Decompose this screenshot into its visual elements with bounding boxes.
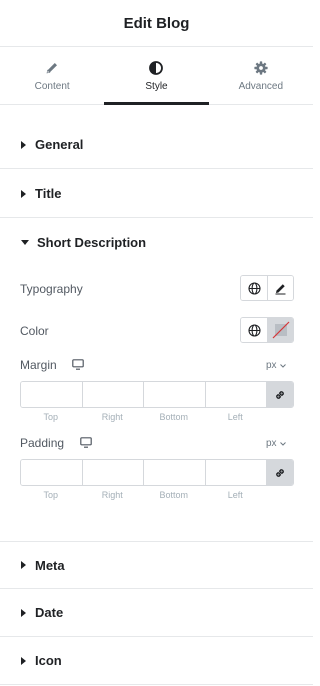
tab-content[interactable]: Content [0,48,104,104]
margin-top-input[interactable] [21,382,83,407]
tab-advanced-label: Advanced [238,81,284,92]
padding-dim-labels: Top Right Bottom Left [20,490,266,500]
section-general[interactable]: General [0,121,313,169]
tab-style-label: Style [145,81,168,92]
color-picker-swatch[interactable] [267,318,293,342]
desktop-icon[interactable] [72,359,84,370]
caret-right-icon [21,561,26,569]
typography-label: Typography [20,282,83,296]
tab-advanced[interactable]: Advanced [209,48,313,104]
chevron-down-icon [279,363,286,368]
caret-right-icon [21,189,26,198]
section-date-label: Date [35,605,64,620]
section-icon[interactable]: Icon [0,637,313,685]
padding-left-input[interactable] [205,460,267,485]
margin-dim-labels: Top Right Bottom Left [20,412,266,422]
caret-right-icon [21,140,26,149]
margin-unit-select[interactable]: px [266,360,286,371]
padding-right-label: Right [101,490,123,500]
tabs-bar: Content Style Advanced [0,48,313,105]
caret-down-icon [21,239,29,245]
panel-title: Edit Blog [123,14,190,32]
pencil-icon [46,63,58,74]
color-label: Color [20,324,49,338]
margin-left-label: Left [227,412,243,422]
margin-left-input[interactable] [205,382,267,407]
globe-icon [247,323,261,337]
tab-content-label: Content [34,81,70,92]
section-short-description-label: Short Description [37,234,147,250]
section-meta[interactable]: Meta [0,541,313,589]
section-date[interactable]: Date [0,589,313,637]
desktop-icon[interactable] [80,437,92,448]
panel-header: Edit Blog [0,0,313,47]
typography-controls [240,275,294,301]
padding-bottom-label: Bottom [159,490,188,500]
global-color-button[interactable] [241,318,267,342]
global-typography-button[interactable] [241,276,267,300]
pencil-icon [275,283,286,294]
padding-label: Padding [20,436,65,450]
padding-top-label: Top [43,490,58,500]
caret-right-icon [21,656,26,665]
link-icon [276,468,284,477]
section-short-description[interactable]: Short Description [0,218,313,266]
margin-link-button[interactable] [267,382,293,407]
margin-right-input[interactable] [82,382,144,407]
margin-top-label: Top [43,412,58,422]
padding-link-button[interactable] [267,460,293,485]
padding-right-input[interactable] [82,460,144,485]
half-circle-icon [149,61,164,75]
section-meta-label: Meta [35,557,65,573]
link-icon [276,390,284,399]
padding-unit-select[interactable]: px [266,438,286,449]
margin-unit-value: px [266,360,277,371]
padding-inputs [20,459,294,486]
chevron-down-icon [279,441,286,446]
margin-right-label: Right [101,412,123,422]
padding-top-input[interactable] [21,460,83,485]
section-title[interactable]: Title [0,170,313,218]
edit-typography-button[interactable] [267,276,293,300]
section-icon-label: Icon [35,653,62,668]
section-title-label: Title [35,186,62,201]
margin-bottom-label: Bottom [159,412,188,422]
globe-icon [247,281,261,295]
color-controls [240,317,294,343]
no-color-icon [272,321,289,339]
margin-bottom-input[interactable] [144,382,206,407]
gear-icon [254,61,268,75]
padding-unit-value: px [266,438,277,449]
padding-left-label: Left [227,490,243,500]
tab-style[interactable]: Style [104,48,209,105]
section-general-label: General [35,137,84,152]
padding-bottom-input[interactable] [144,460,206,485]
margin-label: Margin [20,358,57,372]
margin-inputs [20,381,294,408]
caret-right-icon [21,608,26,617]
